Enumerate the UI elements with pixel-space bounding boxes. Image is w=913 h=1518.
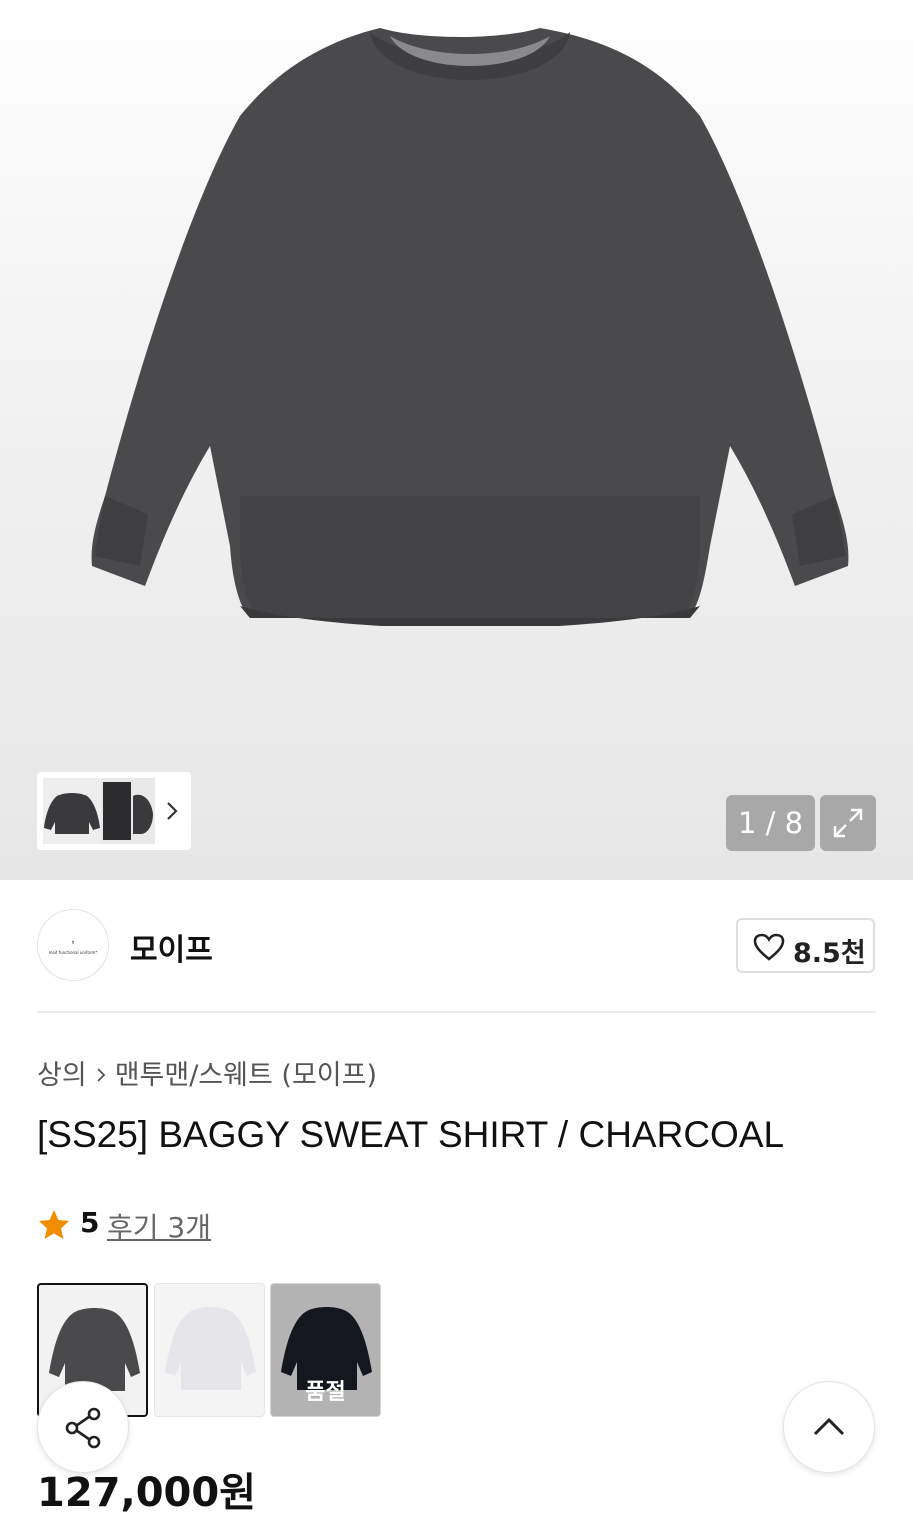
color-option-navy[interactable]: 품절 (270, 1283, 381, 1417)
product-image-gallery[interactable]: 1 / 8 (0, 0, 913, 880)
chevron-right-icon (95, 1060, 107, 1091)
breadcrumb: 상의 맨투맨/스웨트 (모이프) (37, 1053, 377, 1092)
divider (37, 1011, 876, 1013)
product-main-image (91, 28, 849, 626)
scroll-top-button[interactable] (783, 1381, 875, 1473)
star-icon (39, 1210, 69, 1239)
product-title: [SS25] BAGGY SWEAT SHIRT / CHARCOAL (37, 1114, 785, 1155)
color-option-white[interactable] (154, 1283, 265, 1417)
product-price: 127,000원 (37, 1470, 256, 1516)
brand-logo-subtext: moif functional uniform* (48, 950, 98, 955)
chevron-right-icon[interactable] (165, 800, 179, 822)
share-icon (65, 1407, 101, 1449)
thumbnail-strip[interactable] (37, 772, 191, 850)
thumbnail-front[interactable] (43, 778, 101, 844)
brand-logo-mark: ⌽ (71, 940, 75, 946)
breadcrumb-subcategory[interactable]: 맨투맨/스웨트 (모이프) (115, 1060, 377, 1091)
soldout-label: 품절 (305, 1380, 346, 1405)
brand-name[interactable]: 모이프 (130, 925, 213, 969)
expand-button[interactable] (820, 795, 876, 851)
expand-icon (833, 808, 863, 838)
reviews-link[interactable]: 후기 3개 (107, 1206, 211, 1246)
like-count: 8.5천 (793, 938, 866, 969)
rating-score: 5 (80, 1206, 100, 1239)
breadcrumb-category[interactable]: 상의 (37, 1060, 87, 1091)
like-button[interactable]: 8.5천 (736, 918, 875, 973)
chevron-up-icon (813, 1417, 845, 1436)
heart-icon (753, 933, 785, 961)
thumbnail-model[interactable] (101, 778, 155, 844)
brand-logo[interactable]: ⌽ moif functional uniform* (37, 909, 109, 981)
image-counter: 1 / 8 (726, 795, 815, 851)
